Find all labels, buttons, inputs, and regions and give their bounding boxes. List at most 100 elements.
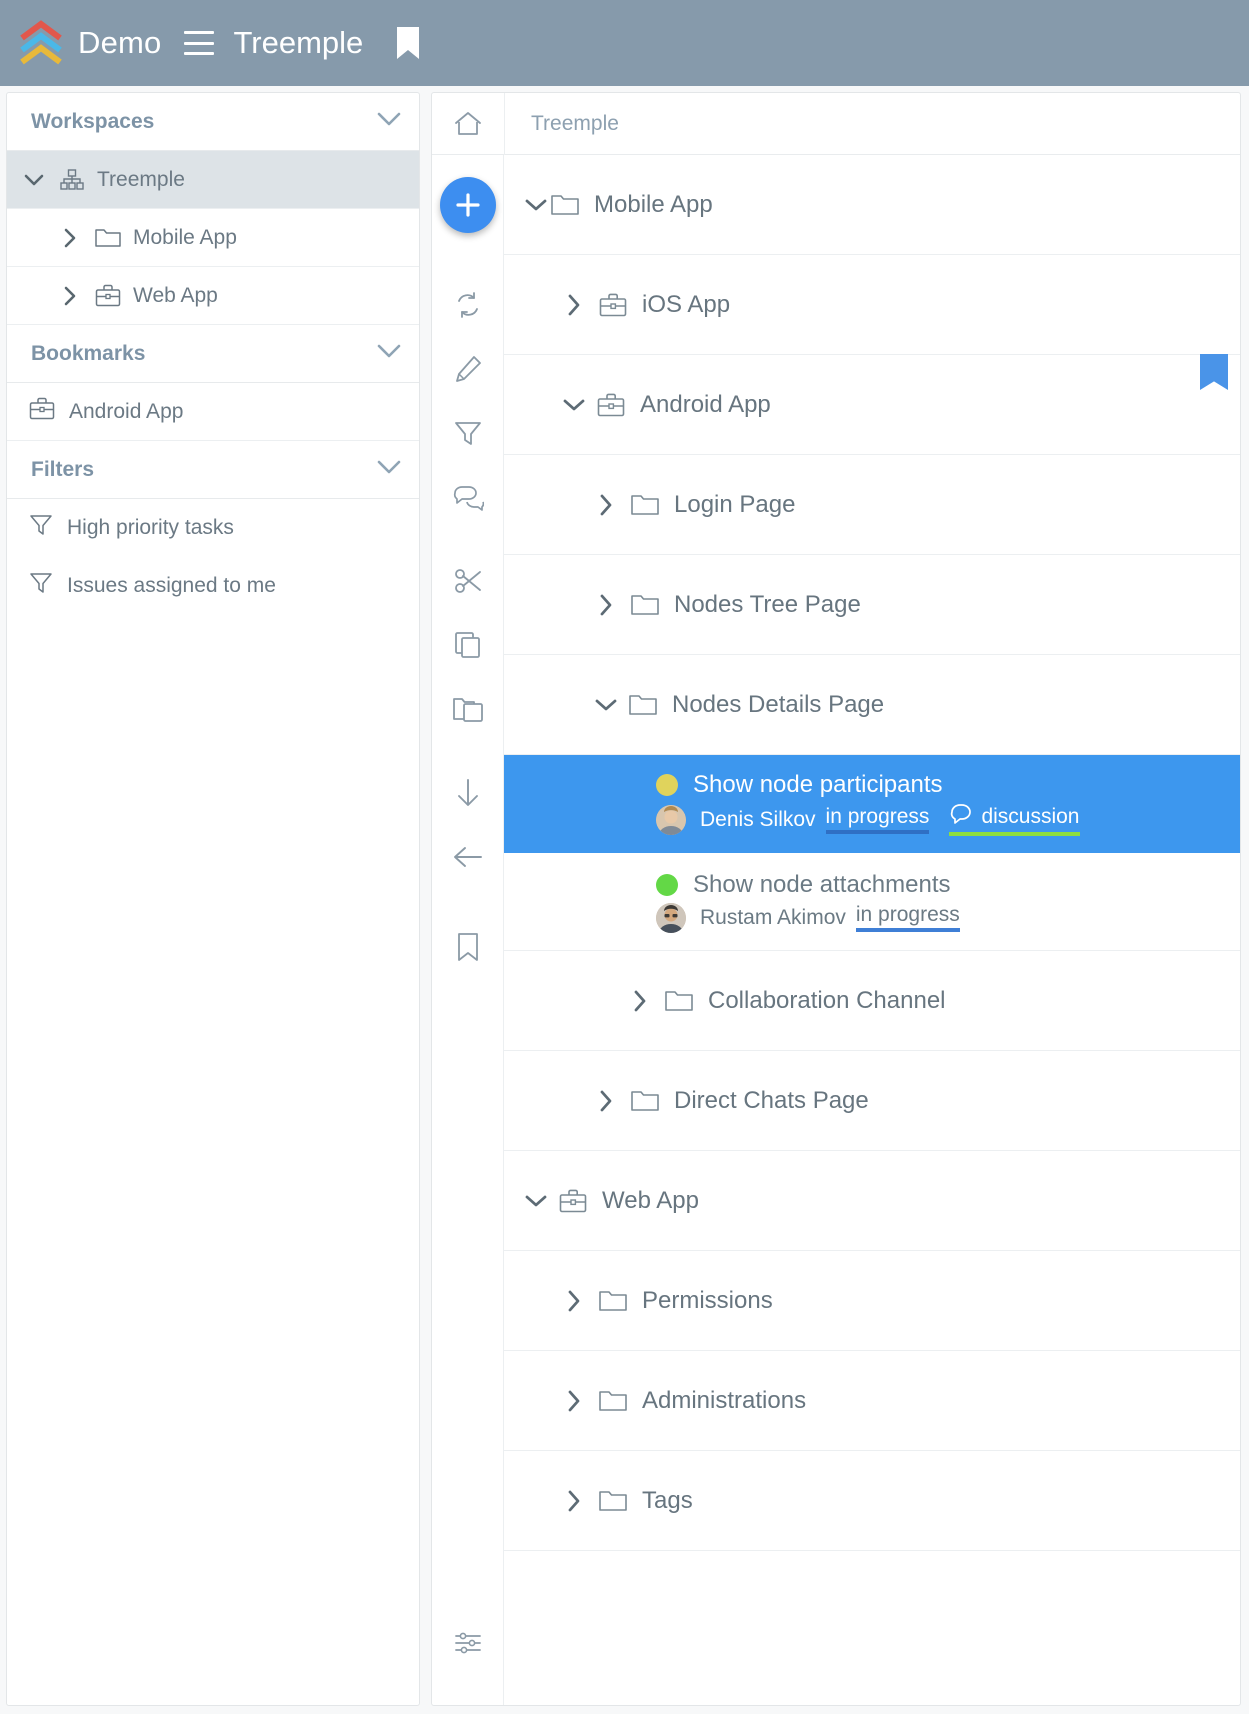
sidebar-item-treemple[interactable]: Treemple <box>7 151 419 209</box>
briefcase-icon <box>558 1188 588 1213</box>
sidebar-filter-label: High priority tasks <box>67 516 234 539</box>
panel-main: Mobile App iOS App Android App Login Pag… <box>432 155 1240 1705</box>
sitemap-icon <box>59 168 85 191</box>
chevron-right-icon[interactable] <box>626 990 654 1012</box>
scissors-icon[interactable] <box>432 549 504 613</box>
main-panel: Treemple Mobile App iOS App Android App … <box>431 92 1241 1706</box>
tree-node-web-app[interactable]: Web App <box>504 1151 1240 1251</box>
folder-icon <box>550 193 580 216</box>
workspace-title: Treemple <box>233 25 364 60</box>
home-icon[interactable] <box>432 111 504 137</box>
briefcase-icon <box>95 284 121 307</box>
sidebar-item-label: Web App <box>133 283 218 307</box>
tree-node-ios-app[interactable]: iOS App <box>504 255 1240 355</box>
chevron-down-icon[interactable] <box>522 198 550 212</box>
sidebar-bookmark-android-app[interactable]: Android App <box>7 383 419 441</box>
sidebar-filter-label: Issues assigned to me <box>67 574 276 597</box>
filter-icon[interactable] <box>432 401 504 465</box>
add-node-button[interactable] <box>440 177 496 233</box>
filter-icon <box>29 513 53 543</box>
hamburger-menu-icon[interactable] <box>183 31 214 55</box>
chevron-down-icon[interactable] <box>522 1194 550 1208</box>
status-dot-icon <box>656 873 678 896</box>
paste-folder-icon[interactable] <box>432 677 504 741</box>
folder-icon <box>598 1289 628 1312</box>
task-row-show-node-participants[interactable]: Show node participants Denis Silkov in p… <box>504 755 1240 853</box>
chevron-down-icon[interactable] <box>377 344 401 363</box>
chevron-down-icon[interactable] <box>560 398 588 412</box>
task-title: Show node participants <box>693 770 943 798</box>
app-header: Demo Treemple <box>0 0 1249 86</box>
task-status-badge[interactable]: in progress <box>825 805 930 835</box>
briefcase-icon <box>29 397 55 426</box>
sidebar-filter-high-priority[interactable]: High priority tasks <box>7 499 419 557</box>
node-tree: Mobile App iOS App Android App Login Pag… <box>504 155 1240 1705</box>
tree-node-nodes-tree-page[interactable]: Nodes Tree Page <box>504 555 1240 655</box>
chat-bubble-icon <box>949 803 973 830</box>
arrow-left-icon[interactable] <box>432 825 504 889</box>
task-meta: Denis Silkov in progress discussion <box>656 803 1240 837</box>
chevron-right-icon[interactable] <box>560 1490 588 1512</box>
chevron-down-icon[interactable] <box>377 460 401 479</box>
tree-node-mobile-app[interactable]: Mobile App <box>504 155 1240 255</box>
tree-node-login-page[interactable]: Login Page <box>504 455 1240 555</box>
chevron-right-icon[interactable] <box>592 1090 620 1112</box>
chevron-right-icon[interactable] <box>560 1290 588 1312</box>
sidebar-section-bookmarks-header[interactable]: Bookmarks <box>7 325 419 383</box>
chevron-down-icon[interactable] <box>592 698 620 712</box>
tree-node-direct-chats-page[interactable]: Direct Chats Page <box>504 1051 1240 1151</box>
bookmark-icon[interactable] <box>432 915 504 979</box>
section-title: Filters <box>31 457 95 481</box>
sidebar-panel: Workspaces Treemple Mobile App Web App B… <box>6 92 420 1706</box>
chevron-right-icon[interactable] <box>560 1390 588 1412</box>
chevron-right-icon[interactable] <box>560 294 588 316</box>
sidebar-item-mobile-app[interactable]: Mobile App <box>7 209 419 267</box>
tree-node-label: Login Page <box>674 490 796 518</box>
folder-icon <box>630 493 660 516</box>
task-status-badge[interactable]: in progress <box>855 903 960 933</box>
arrow-down-icon[interactable] <box>432 761 504 825</box>
tree-node-collaboration-channel[interactable]: Collaboration Channel <box>504 951 1240 1051</box>
tool-rail <box>432 155 504 1705</box>
task-title: Show node attachments <box>693 870 951 898</box>
task-header: Show node attachments <box>656 871 1240 899</box>
bookmark-flag-icon <box>1200 354 1228 390</box>
filter-icon <box>29 571 53 601</box>
tree-node-administrations[interactable]: Administrations <box>504 1351 1240 1451</box>
chevron-right-icon[interactable] <box>57 228 83 248</box>
sidebar-filter-issues-assigned[interactable]: Issues assigned to me <box>7 557 419 615</box>
chevron-down-icon[interactable] <box>21 174 47 186</box>
sidebar-section-filters-header[interactable]: Filters <box>7 441 419 499</box>
tree-node-label: Nodes Tree Page <box>674 590 861 618</box>
pencil-icon[interactable] <box>432 337 504 401</box>
chevron-right-icon[interactable] <box>592 494 620 516</box>
tree-node-nodes-details-page[interactable]: Nodes Details Page <box>504 655 1240 755</box>
sidebar-item-label: Mobile App <box>133 225 237 249</box>
tree-node-tags[interactable]: Tags <box>504 1451 1240 1551</box>
treemple-chevrons-logo <box>18 20 64 66</box>
sidebar-section-workspaces-header[interactable]: Workspaces <box>7 93 419 151</box>
tree-node-label: iOS App <box>642 290 731 318</box>
task-row-show-node-attachments[interactable]: Show node attachments Rustam Akimov in p… <box>504 853 1240 951</box>
tree-node-label: Direct Chats Page <box>674 1086 869 1114</box>
folder-icon <box>628 693 658 716</box>
refresh-icon[interactable] <box>432 273 504 337</box>
breadcrumb-path[interactable]: Treemple <box>505 112 619 136</box>
folder-icon <box>598 1489 628 1512</box>
briefcase-icon <box>598 292 628 317</box>
chevron-down-icon[interactable] <box>377 112 401 131</box>
section-title: Bookmarks <box>31 341 146 365</box>
comments-icon[interactable] <box>432 465 504 529</box>
copy-icon[interactable] <box>432 613 504 677</box>
folder-icon <box>598 1389 628 1412</box>
task-assignee: Rustam Akimov <box>700 905 846 929</box>
task-discussion-link[interactable]: discussion <box>949 803 1080 837</box>
chevron-right-icon[interactable] <box>57 286 83 306</box>
sidebar-item-web-app[interactable]: Web App <box>7 267 419 325</box>
chevron-right-icon[interactable] <box>592 594 620 616</box>
tree-node-permissions[interactable]: Permissions <box>504 1251 1240 1351</box>
breadcrumb: Treemple <box>432 93 1240 155</box>
tree-node-android-app[interactable]: Android App <box>504 354 1240 455</box>
bookmark-icon[interactable] <box>395 26 421 60</box>
sliders-settings-icon[interactable] <box>432 1611 504 1675</box>
